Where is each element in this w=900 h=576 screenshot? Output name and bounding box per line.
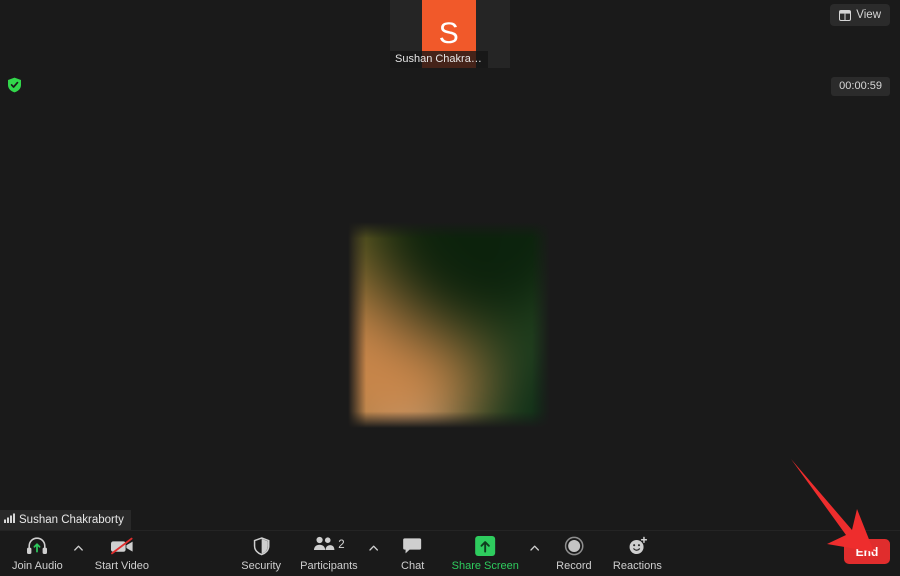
self-participant-label: Sushan Chakraborty (0, 510, 131, 530)
shield-icon (253, 535, 270, 557)
video-off-icon (109, 535, 135, 557)
view-button[interactable]: View (830, 4, 890, 26)
zoom-meeting-window: S Sushan Chakrab... View 00:00:59 Sushan… (0, 0, 900, 576)
meeting-toolbar: Join Audio Start Video Security 2 Partic… (0, 530, 900, 576)
share-screen-icon (475, 535, 496, 557)
join-audio-button[interactable]: Join Audio (4, 531, 71, 573)
self-participant-name: Sushan Chakraborty (19, 513, 124, 526)
participants-count: 2 (338, 539, 345, 552)
active-speaker-video[interactable] (348, 222, 550, 428)
signal-bars-icon (4, 513, 15, 527)
view-button-label: View (856, 9, 881, 21)
participant-filmstrip: S Sushan Chakrab... (390, 0, 510, 68)
record-label: Record (556, 560, 592, 572)
reactions-icon (627, 535, 648, 557)
toolbar-left-group: Join Audio Start Video (4, 531, 157, 576)
reactions-button[interactable]: Reactions (605, 531, 670, 573)
share-screen-label: Share Screen (451, 560, 519, 572)
toolbar-right-group: End (844, 539, 890, 564)
chat-bubble-icon (403, 535, 423, 557)
start-video-label: Start Video (94, 560, 149, 572)
end-meeting-button[interactable]: End (844, 539, 890, 564)
meeting-stage (0, 0, 900, 528)
share-screen-options-caret[interactable] (527, 545, 543, 551)
participants-label: Participants (300, 560, 358, 572)
toolbar-center-group: Security 2 Participants Chat Share Scree… (230, 531, 670, 576)
join-audio-label: Join Audio (12, 560, 63, 572)
security-label: Security (241, 560, 282, 572)
participants-options-caret[interactable] (366, 545, 382, 551)
participant-thumbnail-name: Sushan Chakrab... (390, 51, 488, 68)
participants-icon (313, 536, 335, 556)
record-circle-icon (564, 535, 584, 557)
shield-check-icon[interactable] (6, 77, 22, 93)
security-button[interactable]: Security (230, 531, 292, 573)
reactions-label: Reactions (612, 560, 662, 572)
start-video-button[interactable]: Start Video (87, 531, 157, 573)
audio-options-caret[interactable] (71, 545, 87, 551)
headset-icon (26, 535, 48, 557)
meeting-timer: 00:00:59 (831, 77, 890, 96)
layout-grid-icon (839, 9, 852, 21)
chat-label: Chat (401, 560, 425, 572)
record-button[interactable]: Record (543, 531, 605, 573)
participants-button[interactable]: 2 Participants (292, 531, 365, 573)
chat-button[interactable]: Chat (382, 531, 444, 573)
video-vignette (348, 222, 550, 428)
share-screen-button[interactable]: Share Screen (444, 531, 527, 573)
end-meeting-label: End (855, 544, 879, 559)
avatar-initial: S (438, 17, 460, 50)
